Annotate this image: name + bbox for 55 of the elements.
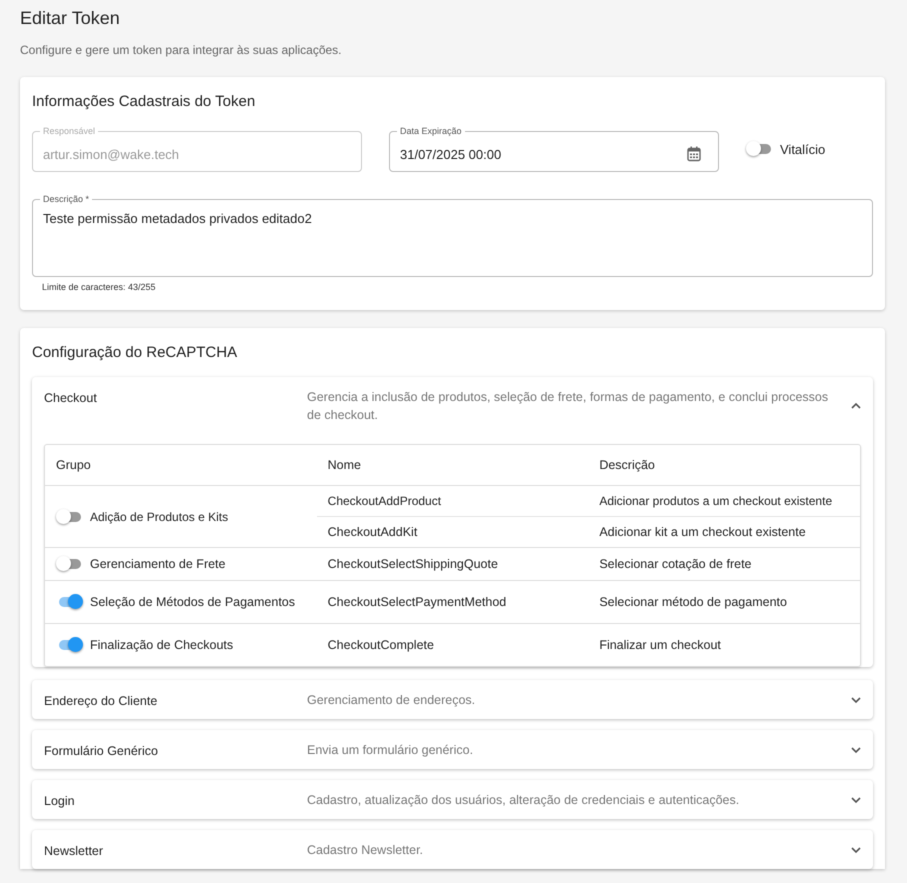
section-description: Cadastro Newsletter.	[307, 842, 424, 859]
column-header: Descrição	[588, 445, 860, 486]
chevron-down-icon[interactable]	[851, 697, 861, 704]
operation-name: CheckoutAddProduct	[328, 494, 442, 508]
column-header: Grupo	[45, 445, 317, 486]
accordion-header[interactable]: Endereço do Cliente Gerenciamento de endereços.	[32, 680, 873, 719]
page-title: Editar Token	[20, 8, 121, 29]
operation-description: Selecionar cotação de frete	[599, 557, 752, 571]
field-value: 31/07/2025 00:00	[400, 146, 502, 164]
accordion-header[interactable]: Login Cadastro, atualização dos usuários, alteração de credenciais e autenticações.	[32, 780, 873, 819]
toggle-switch[interactable]	[56, 556, 82, 572]
operation-description: Adicionar kit a um checkout existente	[599, 525, 806, 539]
section-title: Checkout	[44, 390, 98, 405]
description-field[interactable]: Descrição * Teste permissão metadados privados editado2	[32, 194, 873, 277]
section-description: Gerenciamento de endereços.	[307, 692, 476, 709]
column-header: Nome	[316, 445, 588, 486]
date-field[interactable]: Data Expiração 31/07/2025 00:00	[389, 126, 719, 172]
accordion-header[interactable]: Newsletter Cadastro Newsletter.	[32, 830, 873, 869]
section-title: Endereço do Cliente	[44, 693, 158, 708]
toggle-label: Vitalício	[780, 142, 826, 156]
operation-name: CheckoutAddKit	[328, 525, 418, 539]
toggle-switch[interactable]	[746, 141, 772, 157]
accordion-header[interactable]: Formulário Genérico Envia um formulário genérico.	[32, 730, 873, 769]
chevron-down-icon[interactable]	[851, 747, 861, 754]
card-title: Informações Cadastrais do Token	[32, 93, 256, 110]
section-description: Cadastro, atualização dos usuários, alteração de credenciais e autenticações.	[307, 792, 740, 809]
field-label: Descrição *	[42, 194, 90, 204]
calendar-icon[interactable]	[687, 146, 701, 162]
operation-description: Finalizar um checkout	[599, 638, 721, 652]
operation-name: CheckoutComplete	[328, 638, 434, 652]
group-name: Adição de Produtos e Kits	[90, 510, 228, 524]
section-title: Newsletter	[44, 843, 104, 858]
section-description: Envia um formulário genérico.	[307, 742, 474, 759]
character-counter: Limite de caracteres: 43/255	[42, 282, 157, 292]
toggle-switch[interactable]	[56, 508, 82, 524]
field-label: Data Expiração	[399, 126, 463, 136]
page-subtitle: Configure e gere um token para integrar às suas aplicações.	[20, 43, 343, 57]
accordion-header[interactable]: Checkout Gerencia a inclusão de produtos, seleção de frete, formas de pagamento, e conclui processos de checkout.	[32, 377, 873, 434]
group-name: Gerenciamento de Frete	[90, 557, 226, 571]
chevron-down-icon[interactable]	[851, 847, 861, 854]
chevron-down-icon[interactable]	[851, 797, 861, 804]
chevron-up-icon[interactable]	[851, 402, 861, 409]
section-title: Formulário Genérico	[44, 743, 159, 758]
field-value: artur.simon@wake.tech	[43, 146, 180, 164]
operation-name: CheckoutSelectShippingQuote	[328, 557, 498, 571]
card-title: Configuração do ReCAPTCHA	[32, 344, 238, 361]
group-name: Finalização de Checkouts	[90, 638, 234, 652]
operation-description: Selecionar método de pagamento	[599, 595, 787, 609]
operation-description: Adicionar produtos a um checkout existente	[599, 494, 832, 508]
field-label: Responsável	[42, 126, 96, 136]
section-description: Gerencia a inclusão de produtos, seleção de frete, formas de pagamento, e conclui processos de checkout.	[307, 389, 830, 424]
field-value: Teste permissão metadados privados editado2	[43, 210, 312, 228]
operation-name: CheckoutSelectPaymentMethod	[328, 595, 506, 609]
section-title: Login	[44, 793, 76, 808]
group-name: Seleção de Métodos de Pagamentos	[90, 595, 295, 609]
